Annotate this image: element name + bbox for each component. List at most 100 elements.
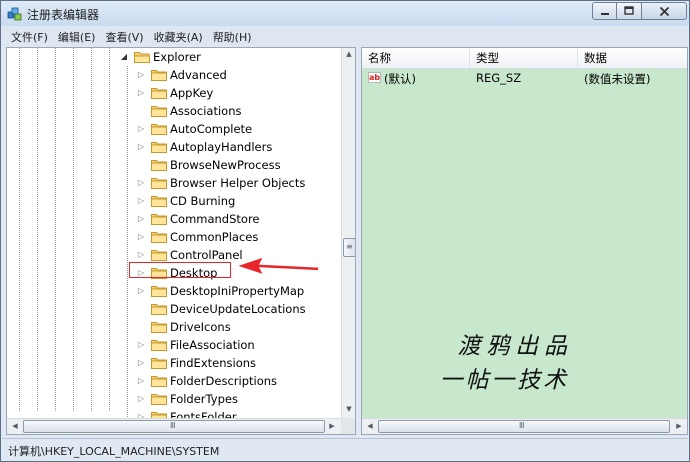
tree-item[interactable]: ▷ Advanced <box>7 66 339 84</box>
menu-file[interactable]: 文件(F) <box>6 29 53 45</box>
tree-item-label: FolderTypes <box>170 392 238 406</box>
tree-item[interactable]: DriveIcons <box>7 318 339 336</box>
scroll-down-icon[interactable]: ▼ <box>342 405 355 413</box>
expand-triangle-icon[interactable]: ▷ <box>137 285 145 297</box>
menu-help[interactable]: 帮助(H) <box>208 29 257 45</box>
folder-icon <box>151 376 167 387</box>
tree-item-label: BrowseNewProcess <box>170 158 281 172</box>
tree-item-label: AppKey <box>170 86 214 100</box>
expand-triangle-icon[interactable]: ▷ <box>137 69 145 81</box>
scroll-thumb[interactable]: ≡ <box>343 238 355 257</box>
folder-icon <box>151 88 167 99</box>
value-type: REG_SZ <box>476 71 522 85</box>
tree-item[interactable]: ▷ CommandStore <box>7 210 339 228</box>
expand-triangle-icon[interactable]: ▷ <box>137 339 145 351</box>
list-horizontal-scrollbar[interactable]: ◀ Ⅲ ▶ <box>362 418 687 434</box>
scroll-left-icon[interactable]: ◀ <box>8 422 22 430</box>
folder-icon <box>151 106 167 117</box>
status-bar: 计算机\HKEY_LOCAL_MACHINE\SYSTEM <box>2 438 688 460</box>
maximize-icon <box>624 6 634 15</box>
tree-item[interactable]: ▷ FileAssociation <box>7 336 339 354</box>
values-list[interactable]: 名称 类型 数据 ab (默认) REG_SZ (数值未设置) ◀ Ⅲ ▶ <box>361 47 688 435</box>
folder-icon <box>151 124 167 135</box>
grip-icon: Ⅲ <box>519 421 525 430</box>
tree-item[interactable]: ▷ FindExtensions <box>7 354 339 372</box>
value-name: (默认) <box>384 72 416 86</box>
tree-item[interactable]: ▷ AutoplayHandlers <box>7 138 339 156</box>
tree-item[interactable]: ▷ Browser Helper Objects <box>7 174 339 192</box>
expand-triangle-icon[interactable]: ▷ <box>137 393 145 405</box>
scroll-right-icon[interactable]: ▶ <box>325 422 339 430</box>
scroll-left-icon[interactable]: ◀ <box>363 422 377 430</box>
registry-tree[interactable]: ◢ Explorer ▷ Advanced ▷ AppKey Associations ▷… <box>6 47 356 435</box>
tree-horizontal-scrollbar[interactable]: ◀ Ⅲ ▶ <box>7 418 341 434</box>
tree-item[interactable]: ▷ CD Burning <box>7 192 339 210</box>
tree-item-label: Advanced <box>170 68 227 82</box>
expand-triangle-icon[interactable]: ▷ <box>137 231 145 243</box>
tree-item-label: ControlPanel <box>170 248 243 262</box>
tree-item[interactable]: ▷ DesktopIniPropertyMap <box>7 282 339 300</box>
window-title: 注册表编辑器 <box>27 8 100 22</box>
expand-triangle-icon[interactable]: ▷ <box>137 195 145 207</box>
tree-item[interactable]: ▷ FolderTypes <box>7 390 339 408</box>
folder-icon <box>151 196 167 207</box>
menu-edit[interactable]: 编辑(E) <box>53 29 101 45</box>
menu-bar: 文件(F) 编辑(E) 查看(V) 收藏夹(A) 帮助(H) <box>2 27 688 46</box>
minimize-icon <box>600 13 609 15</box>
expand-triangle-icon[interactable]: ▷ <box>137 249 145 261</box>
tree-item[interactable]: ▷ AppKey <box>7 84 339 102</box>
folder-icon <box>151 340 167 351</box>
tree-connector <box>137 303 145 315</box>
expand-triangle-icon[interactable]: ▷ <box>137 357 145 369</box>
tree-item-label: CD Burning <box>170 194 236 208</box>
menu-favorites[interactable]: 收藏夹(A) <box>149 29 208 45</box>
scroll-thumb[interactable]: Ⅲ <box>378 420 670 433</box>
tree-item-label: AutoComplete <box>170 122 253 136</box>
minimize-button[interactable] <box>592 2 617 20</box>
tree-item-explorer[interactable]: ◢ Explorer <box>7 48 339 66</box>
tree-item[interactable]: ▷ FolderDescriptions <box>7 372 339 390</box>
column-type[interactable]: 类型 <box>470 48 578 69</box>
tree-item[interactable]: Associations <box>7 102 339 120</box>
folder-icon <box>151 322 167 333</box>
close-icon <box>659 6 669 16</box>
tree-item[interactable]: ▷ AutoComplete <box>7 120 339 138</box>
tree-item-label: FindExtensions <box>170 356 257 370</box>
scroll-thumb[interactable]: Ⅲ <box>23 420 325 433</box>
tree-item-label: DeviceUpdateLocations <box>170 302 306 316</box>
scroll-right-icon[interactable]: ▶ <box>672 422 686 430</box>
column-data[interactable]: 数据 <box>578 48 687 69</box>
string-value-icon: ab <box>368 72 381 83</box>
scroll-corner <box>341 418 355 434</box>
tree-item-label: AutoplayHandlers <box>170 140 273 154</box>
expand-triangle-icon[interactable]: ▷ <box>137 87 145 99</box>
folder-open-icon <box>134 52 150 63</box>
tree-item[interactable]: ▷ CommonPlaces <box>7 228 339 246</box>
tree-item-label: CommonPlaces <box>170 230 259 244</box>
tree-item-label: CommandStore <box>170 212 260 226</box>
expand-triangle-icon[interactable]: ▷ <box>137 177 145 189</box>
tree-item[interactable]: DeviceUpdateLocations <box>7 300 339 318</box>
expand-triangle-icon[interactable]: ▷ <box>137 123 145 135</box>
title-bar[interactable]: 注册表编辑器 <box>1 1 689 26</box>
menu-view[interactable]: 查看(V) <box>100 29 148 45</box>
expand-triangle-icon[interactable]: ▷ <box>137 213 145 225</box>
expand-triangle-icon[interactable]: ▷ <box>137 141 145 153</box>
column-header: 名称 类型 数据 <box>362 48 687 69</box>
folder-icon <box>151 304 167 315</box>
regedit-app-icon <box>7 7 22 21</box>
tree-item-label: DriveIcons <box>170 320 231 334</box>
tree-vertical-scrollbar[interactable]: ▲ ≡ ▼ <box>341 48 355 418</box>
column-name[interactable]: 名称 <box>362 48 470 69</box>
value-row[interactable]: ab (默认) REG_SZ (数值未设置) <box>362 69 687 87</box>
expand-triangle-icon[interactable]: ▷ <box>137 375 145 387</box>
tree-item[interactable]: BrowseNewProcess <box>7 156 339 174</box>
desktop-highlight-box <box>129 262 231 278</box>
maximize-button[interactable] <box>617 2 642 20</box>
scroll-up-icon[interactable]: ▲ <box>342 50 355 58</box>
close-button[interactable] <box>642 2 687 20</box>
folder-icon <box>151 178 167 189</box>
tree-item-label: Associations <box>170 104 242 118</box>
regedit-window: 注册表编辑器 文件(F) 编辑(E) 查看(V) 收藏夹(A) 帮助(H) ◢ … <box>0 0 690 462</box>
collapse-triangle-icon[interactable]: ◢ <box>120 51 128 63</box>
